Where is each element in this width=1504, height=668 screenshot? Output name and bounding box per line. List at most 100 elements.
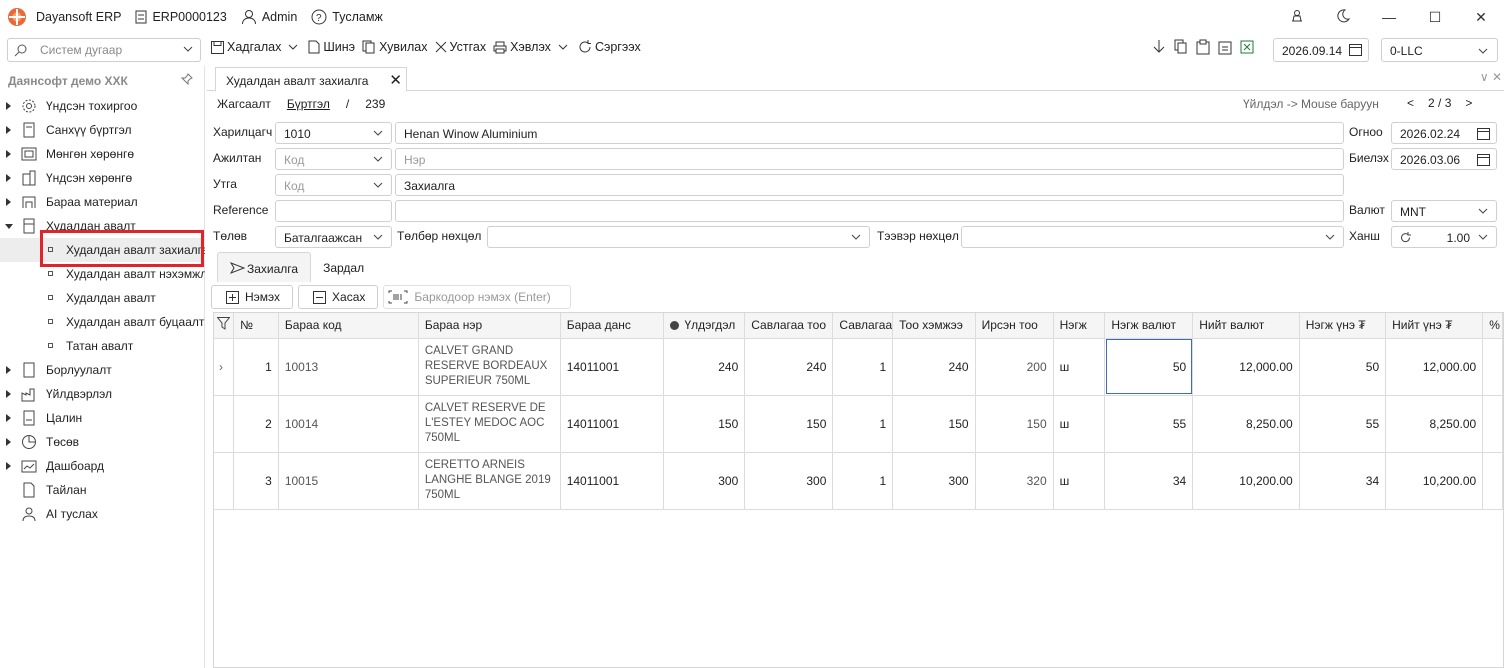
col-header-total-cur[interactable]: Нийт валют [1192,313,1300,339]
cell-pack-qty[interactable]: 150 [744,395,834,453]
partner-code-field[interactable]: 1010 [275,122,392,144]
cell-percent[interactable] [1482,338,1503,396]
cell-pack[interactable]: 1 [832,452,894,510]
cell-percent[interactable] [1482,395,1503,453]
currency-select[interactable]: MNT [1391,200,1497,222]
db-code-button[interactable]: ERP0000123 [135,10,227,24]
tab-costs[interactable]: Зардал [311,252,376,282]
col-header-percent[interactable]: % [1482,313,1503,339]
col-header-unit[interactable]: Нэгж [1053,313,1106,339]
breadcrumb-list-link[interactable]: Жагсаалт [217,97,271,111]
close-window-button[interactable]: ✕ [1458,9,1504,26]
cell-pack[interactable]: 1 [832,338,894,396]
cell-total-cur[interactable]: 10,200.00 [1192,452,1300,510]
pin-icon[interactable] [181,73,193,85]
new-button[interactable]: Шинэ [308,40,355,54]
close-tab-icon[interactable]: ✕ [389,71,402,89]
col-header-account[interactable]: Бараа данс [560,313,665,339]
cell-total-cur[interactable]: 8,250.00 [1192,395,1300,453]
sidebar-item-purchase-return[interactable]: Худалдан авалт буцаалт [0,310,205,334]
col-header-unit-price[interactable]: Нэгж үнэ ₮ [1299,313,1387,339]
cell-unit[interactable]: ш [1053,395,1106,453]
sidebar-item-finance[interactable]: Санхүү бүртгэл [0,118,205,142]
sidebar-item-purchase-receipt[interactable]: Худалдан авалт [0,286,205,310]
print-dropdown[interactable] [558,42,571,52]
transport-terms-select[interactable] [961,226,1344,248]
remove-row-button[interactable]: Хасах [298,285,379,309]
help-button[interactable]: ? Тусламж [311,9,383,25]
order-date-field[interactable]: 2026.02.24 [1391,122,1497,144]
cell-total-price[interactable]: 12,000.00 [1385,338,1484,396]
col-header-received[interactable]: Ирсэн тоо [975,313,1054,339]
cell-name[interactable]: CALVET GRAND RESERVE BORDEAUX SUPERIEUR … [418,338,561,396]
company-select[interactable]: 0-LLC [1381,38,1498,62]
col-header-no[interactable]: № [233,313,279,339]
cell-account[interactable]: 14011001 [560,395,665,453]
exchange-rate-field[interactable]: 1.00 [1391,226,1497,248]
sidebar-item-fixed-assets[interactable]: Үндсэн хөрөнгө [0,166,205,190]
notification-icon[interactable] [1274,9,1320,26]
print-button[interactable]: Хэвлэх [493,40,551,54]
cell-pack-qty[interactable]: 300 [744,452,834,510]
refresh-button[interactable]: Сэргээх [578,40,641,54]
breadcrumb-register-link[interactable]: Бүртгэл [287,97,330,111]
cell-unit-cur[interactable]: 50 [1104,338,1194,396]
cell-unit-price[interactable]: 50 [1299,338,1387,396]
col-header-total-price[interactable]: Нийт үнэ ₮ [1385,313,1484,339]
sidebar-item-procurement[interactable]: Татан авалт [0,334,205,358]
payment-terms-select[interactable] [487,226,870,248]
reference-value-field[interactable] [395,200,1344,222]
cell-unit[interactable]: ш [1053,338,1106,396]
sidebar-item-settings[interactable]: Үндсэн тохиргоо [0,94,205,118]
cell-unit[interactable]: ш [1053,452,1106,510]
tab-order-lines[interactable]: Захиалга [217,252,312,282]
add-row-button[interactable]: Нэмэх [211,285,294,309]
row-indicator[interactable] [214,395,235,453]
sidebar-item-production[interactable]: Үйлдвэрлэл [0,382,205,406]
work-date-field[interactable]: 2026.09.14 [1273,38,1369,62]
excel-icon[interactable] [1240,39,1254,58]
row-indicator[interactable]: › [214,338,235,396]
delete-button[interactable]: Устгах [435,40,486,54]
cell-total-price[interactable]: 10,200.00 [1385,452,1484,510]
col-header-pack-qty[interactable]: Савлагаа тоо [744,313,834,339]
tab-purchase-order[interactable]: Худалдан авалт захиалга ✕ [215,67,407,92]
sidebar-item-inventory[interactable]: Бараа материал [0,190,205,214]
cell-unit-price[interactable]: 55 [1299,395,1387,453]
cell-qty[interactable]: 240 [892,338,976,396]
row-indicator[interactable] [214,452,235,510]
sidebar-item-budget[interactable]: Төсөв [0,430,205,454]
sidebar-item-payroll[interactable]: Цалин [0,406,205,430]
system-number-search[interactable]: Систем дугаар [7,38,201,62]
download-icon[interactable] [1152,39,1166,58]
tab-overflow-icons[interactable]: ∨ ✕ [1480,70,1502,84]
cell-total-price[interactable]: 8,250.00 [1385,395,1484,453]
employee-code-field[interactable]: Код [275,148,392,170]
clipboard-list-icon[interactable] [1218,39,1232,58]
table-row[interactable]: 2 10014 CALVET RESERVE DE L'ESTEY MEDOC … [214,395,1503,453]
cell-percent[interactable] [1482,452,1503,510]
save-dropdown[interactable] [288,42,301,52]
cell-name[interactable]: CERETTO ARNEIS LANGHE BLANGE 2019 750ML [418,452,561,510]
sidebar-item-ai-assistant[interactable]: AI туслах [0,502,205,526]
filter-column[interactable] [214,313,235,339]
minimize-button[interactable]: — [1366,9,1412,25]
table-row[interactable]: › 1 10013 CALVET GRAND RESERVE BORDEAUX … [214,338,1503,396]
sidebar-item-cash[interactable]: Мөнгөн хөрөнгө [0,142,205,166]
partner-name-field[interactable]: Henan Winow Aluminium [395,122,1344,144]
user-button[interactable]: Admin [241,9,297,25]
cell-account[interactable]: 14011001 [560,338,665,396]
status-select[interactable]: Баталгаажсан [275,226,392,248]
documents-icon[interactable] [1174,39,1188,58]
table-row[interactable]: 3 10015 CERETTO ARNEIS LANGHE BLANGE 201… [214,452,1503,510]
cell-unit-cur[interactable]: 34 [1104,452,1194,510]
col-header-pack[interactable]: Савлагаа [832,313,894,339]
cell-total-cur[interactable]: 12,000.00 [1192,338,1300,396]
refresh-icon[interactable] [1400,232,1411,243]
next-record-button[interactable]: > [1465,96,1472,110]
barcode-input[interactable]: Баркодоор нэмэх (Enter) [383,285,572,309]
cell-name[interactable]: CALVET RESERVE DE L'ESTEY MEDOC AOC 750M… [418,395,561,453]
employee-name-field[interactable]: Нэр [395,148,1344,170]
dark-mode-icon[interactable] [1320,8,1366,26]
sidebar-item-reports[interactable]: Тайлан [0,478,205,502]
